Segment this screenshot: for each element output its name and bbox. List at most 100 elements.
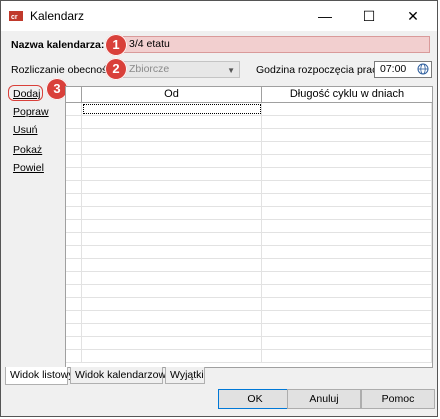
table-cell[interactable] [66,155,82,167]
start-time-input[interactable]: 07:00 [374,61,432,78]
globe-icon[interactable] [417,63,429,75]
table-cell[interactable] [66,350,82,362]
table-cell[interactable] [262,194,432,206]
table-cell[interactable] [82,311,262,323]
table-cell[interactable] [262,311,432,323]
table-cell[interactable] [66,194,82,206]
table-row[interactable] [66,155,432,168]
table-cell[interactable] [66,246,82,258]
ok-button[interactable]: OK [218,389,292,409]
table-cell[interactable] [82,337,262,349]
table-cell[interactable] [262,337,432,349]
table-cell[interactable] [262,116,432,128]
table-row[interactable] [66,233,432,246]
table-cell[interactable] [66,324,82,336]
cancel-button[interactable]: Anuluj [287,389,361,409]
table-cell[interactable] [66,233,82,245]
tab-calendar-view[interactable]: Widok kalendarzowy [70,367,171,384]
table-row[interactable] [66,129,432,142]
table-cell[interactable] [66,207,82,219]
table-cell[interactable] [262,259,432,271]
table-cell[interactable] [262,246,432,258]
table-cell[interactable] [66,116,82,128]
table-cell[interactable] [262,207,432,219]
table-cell[interactable] [262,272,432,284]
tab-list-view[interactable]: Widok listowy [5,367,74,385]
table-cell[interactable] [66,259,82,271]
table-cell[interactable] [66,337,82,349]
table-row[interactable] [66,142,432,155]
table-cell[interactable] [82,103,262,115]
close-button[interactable]: ✕ [391,1,435,31]
table-cell[interactable] [82,298,262,310]
minimize-button[interactable]: — [303,1,347,31]
table-cell[interactable] [66,220,82,232]
table-cell[interactable] [82,324,262,336]
table-cell[interactable] [66,298,82,310]
table-cell[interactable] [262,103,432,115]
table-cell[interactable] [262,324,432,336]
table-cell[interactable] [262,285,432,297]
table-cell[interactable] [82,116,262,128]
table-cell[interactable] [262,220,432,232]
table-row[interactable] [66,350,432,363]
calendar-name-input[interactable]: 3/4 etatu [122,36,430,53]
duplicate-link[interactable]: Powiel [13,162,44,174]
attendance-settlement-select[interactable]: Zbiorcze ▼ [122,61,240,78]
table-cell[interactable] [262,350,432,362]
table-row[interactable] [66,181,432,194]
table-cell[interactable] [66,285,82,297]
table-cell[interactable] [262,168,432,180]
table-row[interactable] [66,116,432,129]
table-cell[interactable] [66,103,82,115]
table-cell[interactable] [262,233,432,245]
table-row[interactable] [66,259,432,272]
table-cell[interactable] [262,155,432,167]
delete-link[interactable]: Usuń [13,124,38,136]
table-row[interactable] [66,207,432,220]
maximize-button[interactable]: ☐ [347,1,391,31]
tab-exceptions[interactable]: Wyjątki [165,367,205,384]
table-cell[interactable] [66,311,82,323]
table-cell[interactable] [262,129,432,141]
table-cell[interactable] [66,129,82,141]
table-cell[interactable] [262,181,432,193]
table-cell[interactable] [66,168,82,180]
table-cell[interactable] [66,181,82,193]
table-row[interactable] [66,103,432,116]
table-cell[interactable] [82,181,262,193]
table-cell[interactable] [66,272,82,284]
table-cell[interactable] [66,142,82,154]
add-link[interactable]: Dodaj [13,88,40,100]
help-button[interactable]: Pomoc [361,389,435,409]
table-cell[interactable] [82,168,262,180]
table-row[interactable] [66,311,432,324]
show-link[interactable]: Pokaż [13,144,42,156]
table-cell[interactable] [82,246,262,258]
table-row[interactable] [66,246,432,259]
table-cell[interactable] [82,129,262,141]
table-cell[interactable] [82,285,262,297]
table-cell[interactable] [82,194,262,206]
table-cell[interactable] [82,233,262,245]
table-cell[interactable] [82,220,262,232]
table-cell[interactable] [82,155,262,167]
table-row[interactable] [66,272,432,285]
table-row[interactable] [66,194,432,207]
table-row[interactable] [66,337,432,350]
table-row[interactable] [66,220,432,233]
column-header-od[interactable]: Od [82,87,262,102]
table-cell[interactable] [262,142,432,154]
table-cell[interactable] [82,350,262,362]
table-row[interactable] [66,285,432,298]
column-header-cycle-length[interactable]: Długość cyklu w dniach [262,87,432,102]
table-cell[interactable] [82,259,262,271]
table-cell[interactable] [262,298,432,310]
table-row[interactable] [66,168,432,181]
table-cell[interactable] [82,272,262,284]
table-row[interactable] [66,324,432,337]
table-row[interactable] [66,298,432,311]
table-cell[interactable] [82,207,262,219]
edit-link[interactable]: Popraw [13,106,49,118]
table-cell[interactable] [82,142,262,154]
